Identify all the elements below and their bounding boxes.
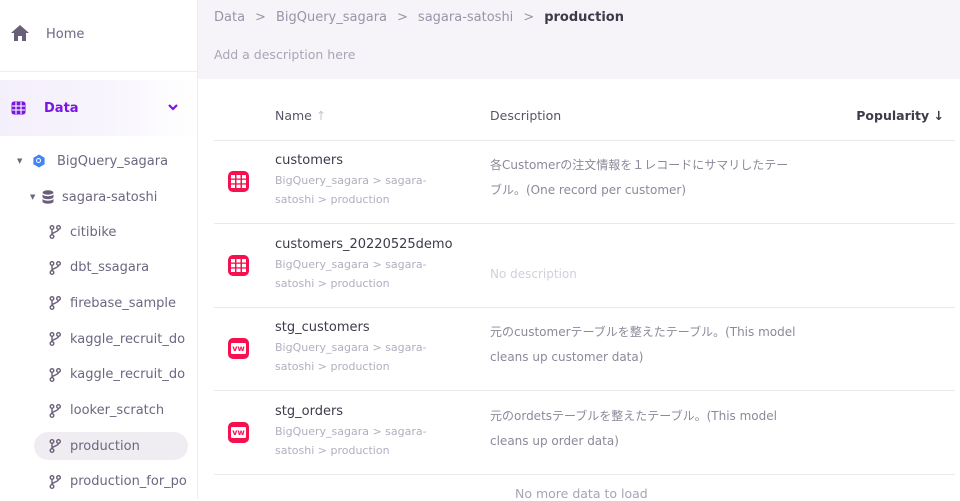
row-path: BigQuery_sagara > sagara-satoshi > produ…: [275, 422, 455, 460]
tree-item-branch[interactable]: production_for_po: [34, 468, 197, 496]
database-icon: [42, 190, 54, 204]
tree-label: kaggle_recruit_do: [70, 331, 186, 347]
table-icon: [228, 254, 249, 276]
tree-item-branch[interactable]: dbt_ssagara: [34, 254, 197, 282]
tree-item-branch[interactable]: production: [34, 432, 188, 461]
branch-icon: [49, 474, 61, 489]
row-name-link[interactable]: customers_20220525demo: [275, 237, 453, 252]
breadcrumb-current: production: [544, 10, 624, 25]
row-description-line: 元のcustomerテーブルを整えたテーブル。(This model: [490, 325, 796, 339]
tree-label: kaggle_recruit_do: [70, 367, 186, 383]
view-icon: vw: [228, 338, 249, 359]
row-path-line: satoshi > production: [275, 360, 390, 373]
tree-item-branch[interactable]: firebase_sample: [34, 289, 197, 317]
branch-icon: [49, 403, 61, 418]
bigquery-icon: [33, 154, 45, 168]
row-path-line: BigQuery_sagara > sagara-: [275, 341, 427, 354]
caret-down-icon[interactable]: ▼: [17, 157, 22, 165]
row-path-line: BigQuery_sagara > sagara-: [275, 174, 427, 187]
row-name-link[interactable]: stg_customers: [275, 320, 370, 335]
tree-item-branch[interactable]: kaggle_recruit_do: [34, 325, 197, 353]
caret-down-icon[interactable]: ▼: [30, 193, 35, 201]
sort-down-icon: ↓: [933, 108, 944, 123]
description-input[interactable]: Add a description here: [214, 47, 355, 62]
tree-item-sagara-satoshi[interactable]: ▼ sagara-satoshi: [28, 183, 196, 211]
tree-label: BigQuery_sagara: [57, 153, 169, 169]
row-description-line: 各Customerの注文情報を１レコードにサマリしたテー: [490, 158, 789, 172]
view-icon: vw: [228, 421, 249, 443]
tree-label: dbt_ssagara: [70, 260, 150, 276]
row-path: BigQuery_sagara > sagara-satoshi > produ…: [275, 255, 455, 293]
branch-icon: [49, 225, 61, 239]
column-header-popularity[interactable]: Popularity ↓: [856, 108, 944, 123]
row-path-line: BigQuery_sagara > sagara-: [275, 424, 427, 438]
breadcrumb-data[interactable]: Data: [214, 10, 245, 25]
branch-icon: [49, 296, 61, 311]
breadcrumb-schema[interactable]: sagara-satoshi: [418, 10, 513, 25]
tree-label: firebase_sample: [70, 295, 176, 311]
tree-label: sagara-satoshi: [62, 189, 158, 205]
row-divider: [214, 473, 955, 475]
row-description-line: ブル。(One record per customer): [490, 183, 687, 197]
home-icon: [11, 25, 29, 41]
row-description-line: cleans up order data): [490, 433, 619, 448]
header-divider: [214, 140, 955, 141]
name-header-label: Name: [275, 108, 312, 123]
branch-icon: [49, 367, 61, 382]
row-description: No description: [490, 262, 835, 287]
tree-item-branch[interactable]: citibike: [34, 218, 197, 246]
row-description: 元のordetsテーブルを整えたテーブル。(This model cleans u…: [490, 404, 835, 454]
row-description-line: No description: [490, 266, 577, 281]
row-divider: [214, 306, 955, 308]
data-label: Data: [44, 100, 79, 116]
home-label: Home: [46, 26, 85, 42]
branch-icon: [49, 439, 61, 454]
row-description-line: cleans up customer data): [490, 350, 644, 364]
main-content: Data > BigQuery_sagara > sagara-satoshi …: [198, 0, 960, 501]
tree-label: production_for_po: [70, 474, 187, 490]
table-icon: [228, 171, 249, 192]
breadcrumb-bigquery[interactable]: BigQuery_sagara: [276, 10, 387, 25]
tree-label: production: [70, 438, 140, 454]
tree-label: citibike: [70, 224, 117, 240]
view-badge: vw: [231, 343, 246, 354]
sidebar-item-data[interactable]: Data: [0, 80, 197, 136]
breadcrumb-separator: >: [523, 10, 535, 25]
tree-item-branch[interactable]: looker_scratch: [34, 397, 197, 425]
sidebar-item-home[interactable]: Home: [0, 14, 197, 54]
breadcrumb-separator: >: [397, 10, 408, 25]
row-divider: [214, 223, 955, 224]
sidebar: Home Data ▼ BigQuery_sagara ▼ sagara-sat…: [0, 0, 198, 499]
column-header-name[interactable]: Name ↑: [275, 108, 326, 123]
row-description: 各Customerの注文情報を１レコードにサマリしたテー ブル。(One reco…: [490, 153, 835, 203]
column-header-description: Description: [490, 108, 562, 123]
page-header: Data > BigQuery_sagara > sagara-satoshi …: [198, 0, 960, 79]
view-badge: vw: [231, 426, 246, 438]
row-path: BigQuery_sagara > sagara-satoshi > produ…: [275, 171, 455, 209]
popularity-header-label: Popularity: [856, 108, 930, 123]
sort-up-icon: ↑: [315, 108, 327, 123]
row-path-line: satoshi > production: [275, 443, 390, 457]
tree-label: looker_scratch: [70, 403, 165, 418]
row-path: BigQuery_sagara > sagara-satoshi > produ…: [275, 338, 455, 376]
tree-item-branch[interactable]: kaggle_recruit_do: [34, 361, 197, 389]
chevron-down-icon[interactable]: [167, 100, 179, 114]
breadcrumb-separator: >: [255, 10, 266, 25]
breadcrumb: Data > BigQuery_sagara > sagara-satoshi …: [214, 10, 624, 25]
row-description-line: 元のordetsテーブルを整えたテーブル。(This model: [490, 408, 777, 423]
row-name-link[interactable]: stg_orders: [275, 404, 343, 419]
row-path-line: satoshi > production: [275, 276, 390, 290]
divider: [0, 71, 197, 72]
branch-icon: [49, 260, 61, 275]
table-grid-icon: [11, 101, 26, 115]
row-divider: [214, 390, 955, 391]
row-path-line: satoshi > production: [275, 193, 390, 206]
row-path-line: BigQuery_sagara > sagara-: [275, 257, 427, 271]
tree-item-bigquery[interactable]: ▼ BigQuery_sagara: [14, 147, 194, 175]
branch-icon: [49, 332, 61, 347]
row-description: 元のcustomerテーブルを整えたテーブル。(This model cleans…: [490, 320, 835, 370]
row-name-link[interactable]: customers: [275, 153, 343, 168]
